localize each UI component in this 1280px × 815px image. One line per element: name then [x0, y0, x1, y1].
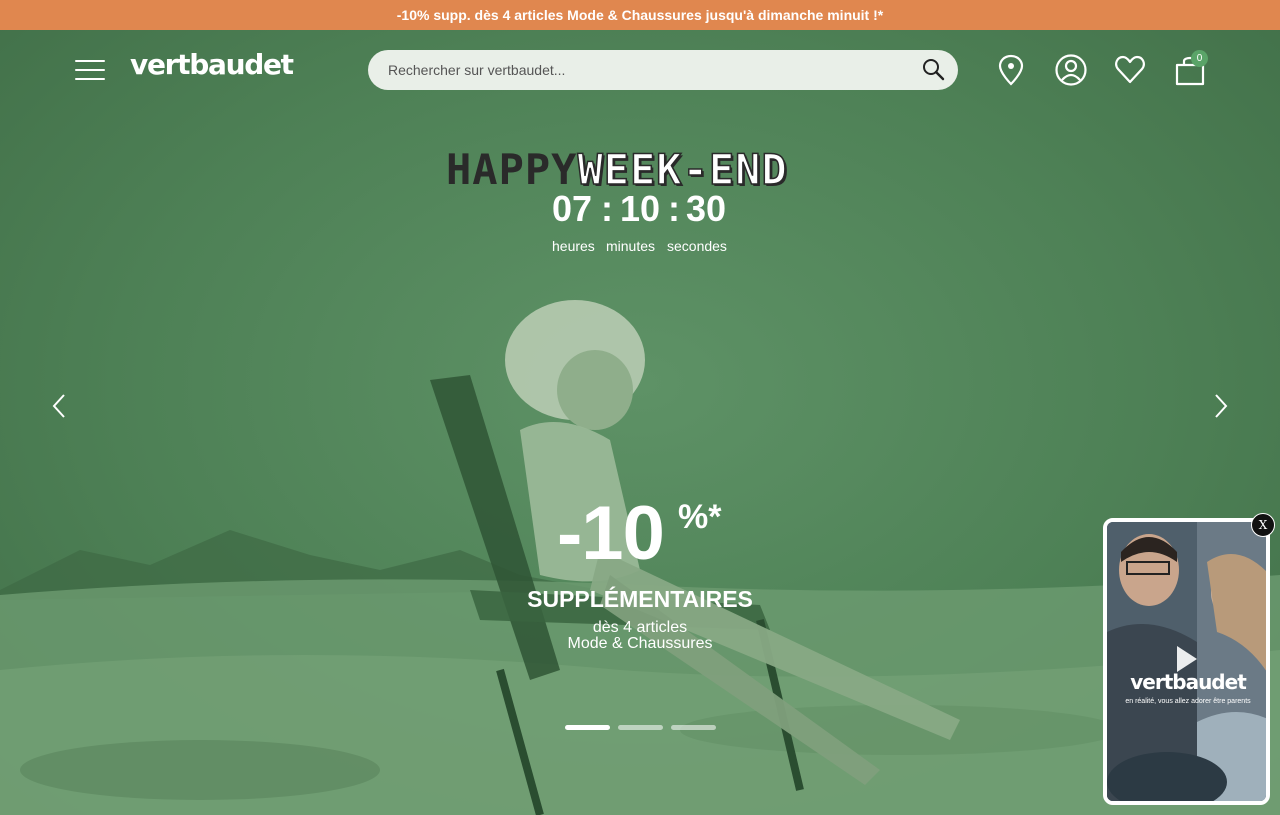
video-tagline: en réalité, vous allez adorer être paren… — [1125, 698, 1251, 705]
countdown-seconds: 30 — [686, 188, 727, 229]
discount-percent: %* — [678, 498, 722, 536]
search-bar — [368, 50, 958, 90]
countdown-minutes-label: minutes — [606, 238, 656, 254]
promo-category: Mode & Chaussures — [567, 635, 713, 652]
store-locator-icon[interactable] — [994, 53, 1028, 87]
carousel-dot-1[interactable] — [565, 725, 610, 730]
countdown-hours: 07 — [552, 188, 593, 229]
account-icon[interactable] — [1054, 53, 1088, 87]
discount-value: -10 — [557, 491, 665, 576]
carousel-dot-2[interactable] — [618, 725, 663, 730]
weekend-text: WEEK-END — [577, 144, 788, 195]
countdown-separator: : — [668, 188, 680, 229]
countdown-minutes: 10 — [620, 188, 661, 229]
promo-banner[interactable]: -10% supp. dès 4 articles Mode & Chaussu… — [0, 0, 1280, 30]
promo-title: SUPPLÉMENTAIRES — [527, 586, 753, 612]
wishlist-icon[interactable] — [1113, 53, 1147, 87]
close-icon[interactable]: X — [1251, 513, 1275, 537]
carousel-prev-icon[interactable] — [48, 392, 72, 420]
carousel-pagination — [565, 725, 725, 731]
cart-count-badge: 0 — [1191, 50, 1208, 67]
happy-weekend-title: HAPPYWEEK-END — [446, 144, 788, 195]
countdown-seconds-label: secondes — [667, 238, 727, 254]
carousel-next-icon[interactable] — [1208, 392, 1232, 420]
site-header: vertbaudet 0 — [0, 30, 1280, 110]
cart-icon[interactable]: 0 — [1173, 50, 1208, 87]
menu-icon[interactable] — [72, 56, 108, 84]
search-input[interactable] — [388, 50, 908, 90]
site-logo[interactable]: vertbaudet — [130, 48, 294, 81]
video-logo: vertbaudet — [1130, 670, 1247, 694]
countdown-separator: : — [601, 188, 613, 229]
happy-text: HAPPY — [446, 145, 578, 194]
carousel-dot-3[interactable] — [671, 725, 716, 730]
countdown-hours-label: heures — [552, 238, 595, 254]
search-icon[interactable] — [920, 56, 948, 84]
video-widget[interactable]: vertbaudet en réalité, vous allez adorer… — [1103, 518, 1270, 805]
